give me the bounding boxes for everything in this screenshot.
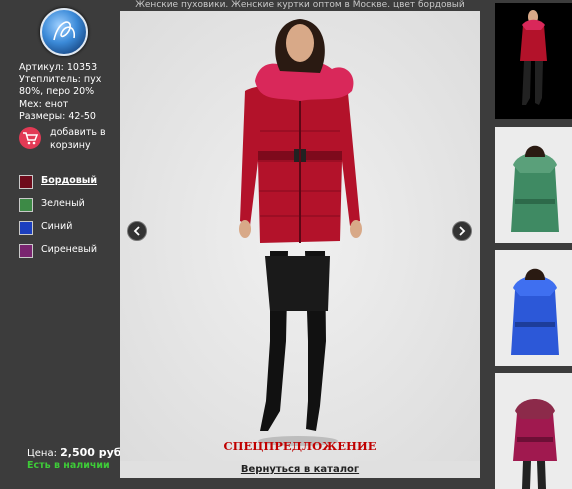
color-label: Бордовый xyxy=(41,175,98,186)
product-specs: Артикул: 10353 Утеплитель: пух 80%, перо… xyxy=(19,62,119,123)
color-option-burgundy[interactable]: Бордовый xyxy=(19,173,119,196)
thumbnail-lilac[interactable] xyxy=(495,373,572,489)
color-swatch xyxy=(19,175,33,189)
color-swatch xyxy=(19,221,33,235)
color-option-green[interactable]: Зеленый xyxy=(19,196,119,219)
thumbnail-image xyxy=(513,399,557,489)
thumbnail-burgundy[interactable] xyxy=(495,3,572,119)
spec-article: Артикул: 10353 xyxy=(19,62,98,73)
color-option-lilac[interactable]: Сиреневый xyxy=(19,242,119,265)
color-swatch xyxy=(19,198,33,212)
next-photo-button[interactable] xyxy=(452,221,472,241)
color-swatch xyxy=(19,244,33,258)
price: Цена: 2,500 руб. xyxy=(27,446,126,459)
thumbnail-image xyxy=(511,145,559,232)
chevron-left-icon xyxy=(133,226,140,236)
price-label: Цена: xyxy=(27,448,57,459)
add-to-cart-button[interactable]: добавить в корзину xyxy=(19,124,119,164)
shopping-cart-icon xyxy=(19,127,41,149)
spec-fur: Мех: енот xyxy=(19,98,69,110)
price-value: 2,500 руб. xyxy=(60,446,126,459)
color-option-blue[interactable]: Синий xyxy=(19,219,119,242)
page-title: Женские пуховики. Женские куртки оптом в… xyxy=(135,0,465,10)
brand-logo-icon[interactable] xyxy=(40,8,88,56)
prev-photo-button[interactable] xyxy=(127,221,147,241)
color-label: Зеленый xyxy=(41,198,85,209)
thumbnail-image xyxy=(520,10,547,105)
add-to-cart-label: добавить в корзину xyxy=(50,127,106,151)
spec-sizes: Размеры: 42-50 xyxy=(19,110,96,122)
thumbnail-image xyxy=(511,268,559,355)
product-photo: СПЕЦПРЕДЛОЖЕНИЕ xyxy=(120,11,480,461)
color-label: Синий xyxy=(41,221,73,232)
spec-insulation: Утеплитель: пух 80%, перо 20% xyxy=(19,74,102,98)
back-to-catalog-link[interactable]: Вернуться в каталог xyxy=(120,461,480,478)
thumbnail-rail xyxy=(480,0,572,489)
product-info-panel: Артикул: 10353 Утеплитель: пух 80%, перо… xyxy=(0,0,126,489)
special-offer-label: СПЕЦПРЕДЛОЖЕНИЕ xyxy=(223,439,377,453)
color-label: Сиреневый xyxy=(41,244,98,255)
color-options: Бордовый Зеленый Синий Сиреневый xyxy=(19,173,119,265)
thumbnail-green[interactable] xyxy=(495,127,572,243)
chevron-right-icon xyxy=(459,226,466,236)
model-photo xyxy=(239,19,362,446)
stock-status: Есть в наличии xyxy=(27,460,110,471)
thumbnail-blue[interactable] xyxy=(495,250,572,366)
